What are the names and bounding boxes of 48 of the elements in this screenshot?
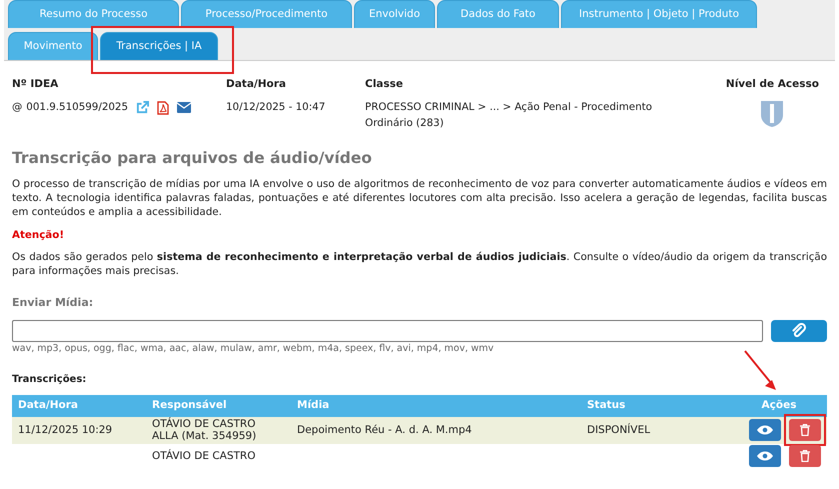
idea-number: 001.9.510599/2025	[26, 100, 128, 116]
format-list: wav, mp3, opus, ogg, flac, wma, aac, alaw, mulaw, amr, webm, m4a, speex, flv, avi, mp4, mov, wmv	[12, 342, 827, 356]
tab[interactable]: Resumo do Processo	[8, 0, 179, 28]
column-header: Nº IDEA	[12, 76, 60, 92]
shield-icon	[760, 100, 784, 128]
table-caption: Transcrições:	[12, 373, 88, 388]
trash-icon	[800, 450, 810, 462]
header-value: 10/12/2025 - 10:47	[226, 100, 326, 116]
section-title: Transcrição para arquivos de áudio/vídeo	[12, 148, 373, 170]
table-cell: OTÁVIO DE CASTRO	[152, 450, 256, 462]
attach-button[interactable]	[771, 320, 827, 342]
tab[interactable]: Processo/Procedimento	[181, 0, 352, 28]
pdf-icon[interactable]	[157, 100, 170, 115]
at-sign: @	[12, 100, 22, 116]
intro-paragraph: O processo de transcrição de mídias por uma IA envolve o uso de algoritmos de reconhecimento de voz para converter automaticamente áudios e vídeos em texto. A tecnologia identifica palavras faladas, pontuações e até diferentes locutores com alta precisão. Isso acelera a geração de legendas, facilita buscas em conteúdos e amplia a acessibilidade.	[12, 178, 827, 220]
column-header: Responsável	[146, 395, 291, 417]
trash-icon	[800, 424, 810, 436]
eye-icon	[757, 425, 773, 436]
table-cell: OTÁVIO DE CASTRO ALLA (Mat. 354959)	[152, 418, 256, 442]
column-header: Status	[581, 395, 731, 417]
warning-label: Atenção!	[12, 228, 66, 244]
column-header: Classe	[365, 76, 404, 92]
tab[interactable]: Envolvido	[354, 0, 435, 28]
table-cell: 11/12/2025 10:29	[18, 424, 112, 436]
eye-icon	[757, 450, 773, 461]
column-header: Nível de Acesso	[726, 76, 819, 92]
paperclip-icon	[791, 322, 807, 339]
view-button[interactable]	[749, 419, 781, 442]
delete-button[interactable]	[789, 419, 821, 442]
delete-button[interactable]	[789, 444, 821, 467]
view-button[interactable]	[749, 444, 781, 467]
column-header: Data/Hora	[226, 76, 288, 92]
tab[interactable]: Movimento	[8, 32, 98, 60]
tab[interactable]: Instrumento | Objeto | Produto	[561, 0, 757, 28]
column-header: Data/Hora	[12, 395, 146, 417]
header-value: PROCESSO CRIMINAL > ... > Ação Penal - Procedimento Ordinário (283)	[365, 100, 654, 131]
external-link-icon[interactable]	[136, 101, 150, 114]
column-header: Ações	[731, 395, 827, 417]
notice-paragraph: Os dados são gerados pelo sistema de reconhecimento e interpretação verbal de áudios judiciais. Consulte o vídeo/áudio da origem da transcrição para informações mais precisas.	[12, 251, 827, 280]
table-cell: Depoimento Réu - A. d. A. M.mp4	[297, 424, 472, 436]
column-header: Mídia	[291, 395, 581, 417]
upload-label: Enviar Mídia:	[12, 295, 94, 312]
table-cell: DISPONÍVEL	[587, 424, 650, 436]
annotation-arrow	[743, 349, 777, 392]
tab[interactable]: Transcrições | IA	[100, 32, 218, 60]
tab[interactable]: Dados do Fato	[437, 0, 559, 28]
file-field[interactable]	[12, 320, 763, 342]
mail-icon[interactable]	[177, 102, 192, 114]
